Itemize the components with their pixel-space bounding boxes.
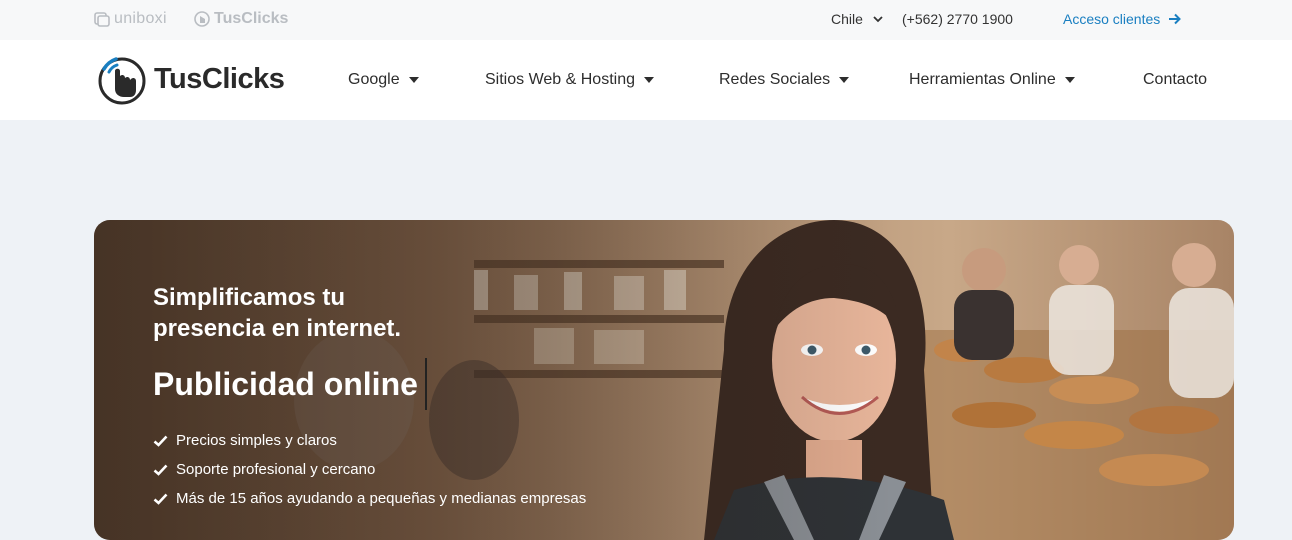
nav-item-google[interactable]: Google [348,71,419,89]
tusclicks-logo-icon [98,57,146,105]
nav-item-web-hosting[interactable]: Sitios Web & Hosting [485,71,654,89]
caret-down-icon [408,77,419,83]
nav-item-label: Herramientas Online [909,71,1056,88]
tusclicks-brand-label: TusClicks [214,10,289,27]
check-icon [153,493,168,505]
nav-item-contact[interactable]: Contacto [1143,71,1207,89]
phone-number[interactable]: (+562) 2770 1900 [902,11,1013,27]
nav-item-online-tools[interactable]: Herramientas Online [909,71,1075,89]
typing-cursor [424,358,427,410]
hero-content: Simplificamos tu presencia en internet. … [153,282,586,513]
site-logo[interactable]: TusClicks [96,53,285,105]
list-item: Precios simples y claros [153,426,586,455]
feature-text: Más de 15 años ayudando a pequeñas y med… [176,490,587,507]
nav-item-label: Redes Sociales [719,71,831,88]
feature-text: Precios simples y claros [176,432,337,449]
caret-down-icon [644,77,654,83]
arrow-right-icon [1169,13,1182,25]
chevron-down-icon [873,16,883,23]
nav-item-social[interactable]: Redes Sociales [719,71,850,89]
caret-down-icon [1064,77,1075,83]
top-utility-bar: uniboxi TusClicks Chile (+562) 2770 1900… [0,0,1292,40]
tusclicks-mini-icon [194,11,210,27]
list-item: Más de 15 años ayudando a pequeñas y med… [153,484,586,513]
hero-subtitle-line2: presencia en internet. [153,315,402,342]
logo-wordmark: TusClicks [154,62,285,95]
hero-banner: Simplificamos tu presencia en internet. … [94,220,1234,540]
uniboxi-brand-label: uniboxi [114,10,167,27]
nav-item-label: Google [348,71,400,88]
client-access-label: Acceso clientes [1063,11,1161,27]
check-icon [153,435,168,447]
tusclicks-brand-link[interactable]: TusClicks [194,10,288,28]
main-navigation: TusClicks Google Sitios Web & Hosting Re… [0,40,1292,120]
check-icon [153,464,168,476]
hero-subtitle: Simplificamos tu presencia en internet. [153,282,586,344]
list-item: Soporte profesional y cercano [153,455,586,484]
feature-list: Precios simples y claros Soporte profesi… [153,426,586,513]
uniboxi-brand-link[interactable]: uniboxi [94,10,167,28]
country-label: Chile [831,11,863,27]
hero-title-text: Publicidad online [153,365,418,402]
client-access-link[interactable]: Acceso clientes [1063,11,1182,27]
nav-item-label: Sitios Web & Hosting [485,71,635,88]
hero-title: Publicidad online [153,358,586,410]
caret-down-icon [839,77,850,83]
nav-item-label: Contacto [1143,71,1208,88]
country-selector[interactable]: Chile [831,11,883,27]
uniboxi-logo-icon [94,12,110,27]
hero-subtitle-line1: Simplificamos tu [153,284,346,311]
feature-text: Soporte profesional y cercano [176,461,376,478]
